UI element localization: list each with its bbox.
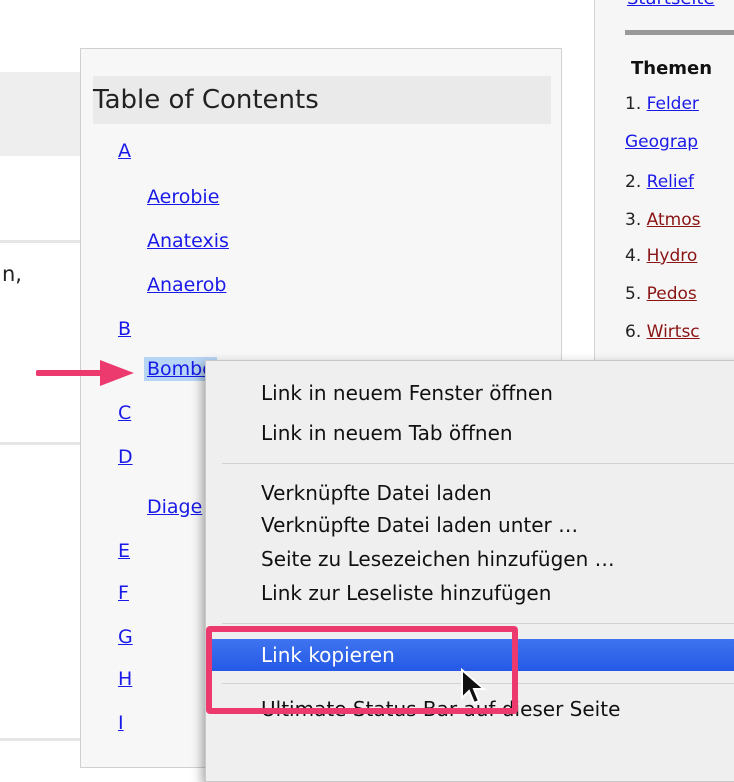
menu-separator [222, 623, 734, 624]
toc-link-f[interactable]: F [118, 581, 129, 605]
toc-link-anaerob[interactable]: Anaerob [147, 273, 226, 297]
article-header-shade [0, 72, 82, 156]
sidebar-link-relief[interactable]: Relief [647, 172, 694, 192]
sidebar-item: 6. Wirtsc [625, 322, 700, 342]
sidebar-link-pedos[interactable]: Pedos [647, 284, 697, 304]
sidebar-link-felder[interactable]: Felder [647, 94, 699, 114]
toc-link-g[interactable]: G [118, 625, 133, 649]
menu-item-add-reading-list[interactable]: Link zur Leseliste hinzufügen [206, 577, 734, 609]
sidebar-link-wirtsc[interactable]: Wirtsc [647, 322, 700, 342]
toc-link-c[interactable]: C [118, 401, 131, 425]
right-sidebar: Startseite Themen 1. Felder Geograp 2. R… [594, 0, 734, 380]
sidebar-heading: Themen [631, 58, 713, 79]
toc-title: Table of Contents [93, 76, 551, 124]
toc-link-e[interactable]: E [118, 539, 130, 563]
sidebar-item: 1. Felder [625, 94, 699, 114]
toc-link-d[interactable]: D [118, 445, 133, 469]
menu-separator [222, 463, 734, 464]
sidebar-item: 2. Relief [625, 172, 695, 192]
toc-link-aerobie[interactable]: Aerobie [147, 185, 219, 209]
article-text-fragment: n, [2, 262, 22, 286]
menu-item-open-new-window[interactable]: Link in neuem Fenster öffnen [206, 377, 734, 409]
article-divider [0, 240, 82, 243]
sidebar-item: 5. Pedos [625, 284, 697, 304]
sidebar-item: 3. Atmos [625, 210, 701, 230]
sidebar-rule [625, 30, 734, 35]
sidebar-link-geograp[interactable]: Geograp [625, 132, 698, 152]
sidebar-item: 4. Hydro [625, 246, 698, 266]
toc-link-anatexis[interactable]: Anatexis [147, 229, 229, 253]
mouse-cursor-icon [461, 668, 487, 705]
toc-link-b[interactable]: B [118, 317, 131, 341]
menu-item-add-bookmark[interactable]: Seite zu Lesezeichen hinzufügen … [206, 543, 734, 575]
menu-item-download-linked-file-as[interactable]: Verknüpfte Datei laden unter … [206, 509, 734, 541]
context-menu: Link in neuem Fenster öffnen Link in neu… [205, 360, 734, 782]
toc-link-i[interactable]: I [118, 711, 124, 735]
toc-link-h[interactable]: H [118, 667, 132, 691]
sidebar-link-atmos[interactable]: Atmos [647, 210, 701, 230]
toc-link-a[interactable]: A [118, 139, 131, 163]
sidebar-top-link[interactable]: Startseite [627, 0, 715, 9]
sidebar-link-hydro[interactable]: Hydro [647, 246, 698, 266]
toc-link-diage[interactable]: Diage [147, 495, 202, 519]
menu-item-open-new-tab[interactable]: Link in neuem Tab öffnen [206, 417, 734, 449]
sidebar-item: Geograp [625, 132, 698, 152]
annotation-arrow-icon [36, 360, 134, 386]
article-divider [0, 738, 82, 741]
article-divider [0, 442, 82, 445]
menu-item-download-linked-file[interactable]: Verknüpfte Datei laden [206, 477, 734, 509]
